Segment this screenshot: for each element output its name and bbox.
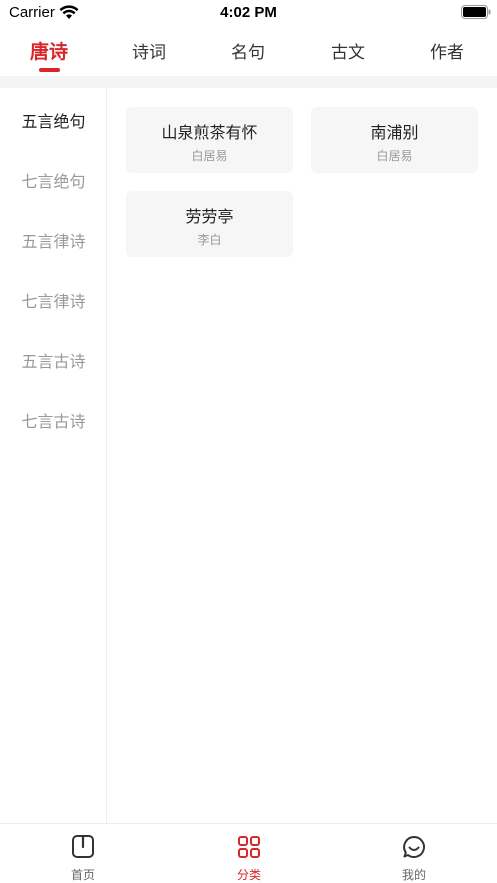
poem-title: 南浦别 (370, 123, 419, 142)
battery-icon (461, 5, 491, 19)
poem-card[interactable]: 南浦别 白居易 (311, 107, 478, 173)
book-icon (72, 834, 94, 858)
chat-smile-icon (403, 836, 425, 858)
category-item[interactable]: 五言绝句 (0, 108, 107, 132)
bottom-nav: 首页 分类 我的 (0, 823, 497, 883)
category-item[interactable]: 五言律诗 (0, 228, 107, 252)
tab-mingju[interactable]: 名句 (213, 38, 283, 63)
tab-shici[interactable]: 诗词 (114, 38, 184, 63)
poem-card[interactable]: 劳劳亭 李白 (126, 191, 293, 257)
category-item[interactable]: 七言古诗 (0, 408, 107, 432)
tab-zuozhe[interactable]: 作者 (412, 38, 482, 63)
top-tab-bar: 唐诗 诗词 名句 古文 作者 (0, 30, 497, 76)
poem-author: 白居易 (191, 149, 228, 163)
clock: 4:02 PM (220, 4, 277, 21)
poem-author: 李白 (197, 233, 222, 247)
grid-icon (238, 836, 260, 858)
active-tab-indicator (39, 68, 60, 72)
nav-mine-label: 我的 (401, 868, 426, 882)
category-item[interactable]: 五言古诗 (0, 348, 107, 372)
nav-mine[interactable]: 我的 (364, 824, 464, 883)
nav-home[interactable]: 首页 (33, 824, 133, 883)
nav-category[interactable]: 分类 (199, 824, 299, 883)
category-item[interactable]: 七言绝句 (0, 168, 107, 192)
divider-band (0, 76, 497, 88)
category-item[interactable]: 七言律诗 (0, 288, 107, 312)
tab-tangshi[interactable]: 唐诗 (14, 37, 84, 64)
poem-title: 山泉煎茶有怀 (161, 123, 258, 142)
nav-home-label: 首页 (70, 868, 95, 882)
tab-guwen[interactable]: 古文 (313, 38, 383, 63)
nav-category-label: 分类 (236, 868, 261, 882)
status-bar: Carrier 4:02 PM (0, 0, 497, 26)
category-sidebar: 五言绝句 七言绝句 五言律诗 七言律诗 五言古诗 七言古诗 (0, 88, 107, 823)
poem-card[interactable]: 山泉煎茶有怀 白居易 (126, 107, 293, 173)
poem-title: 劳劳亭 (185, 207, 234, 226)
poem-author: 白居易 (376, 149, 413, 163)
